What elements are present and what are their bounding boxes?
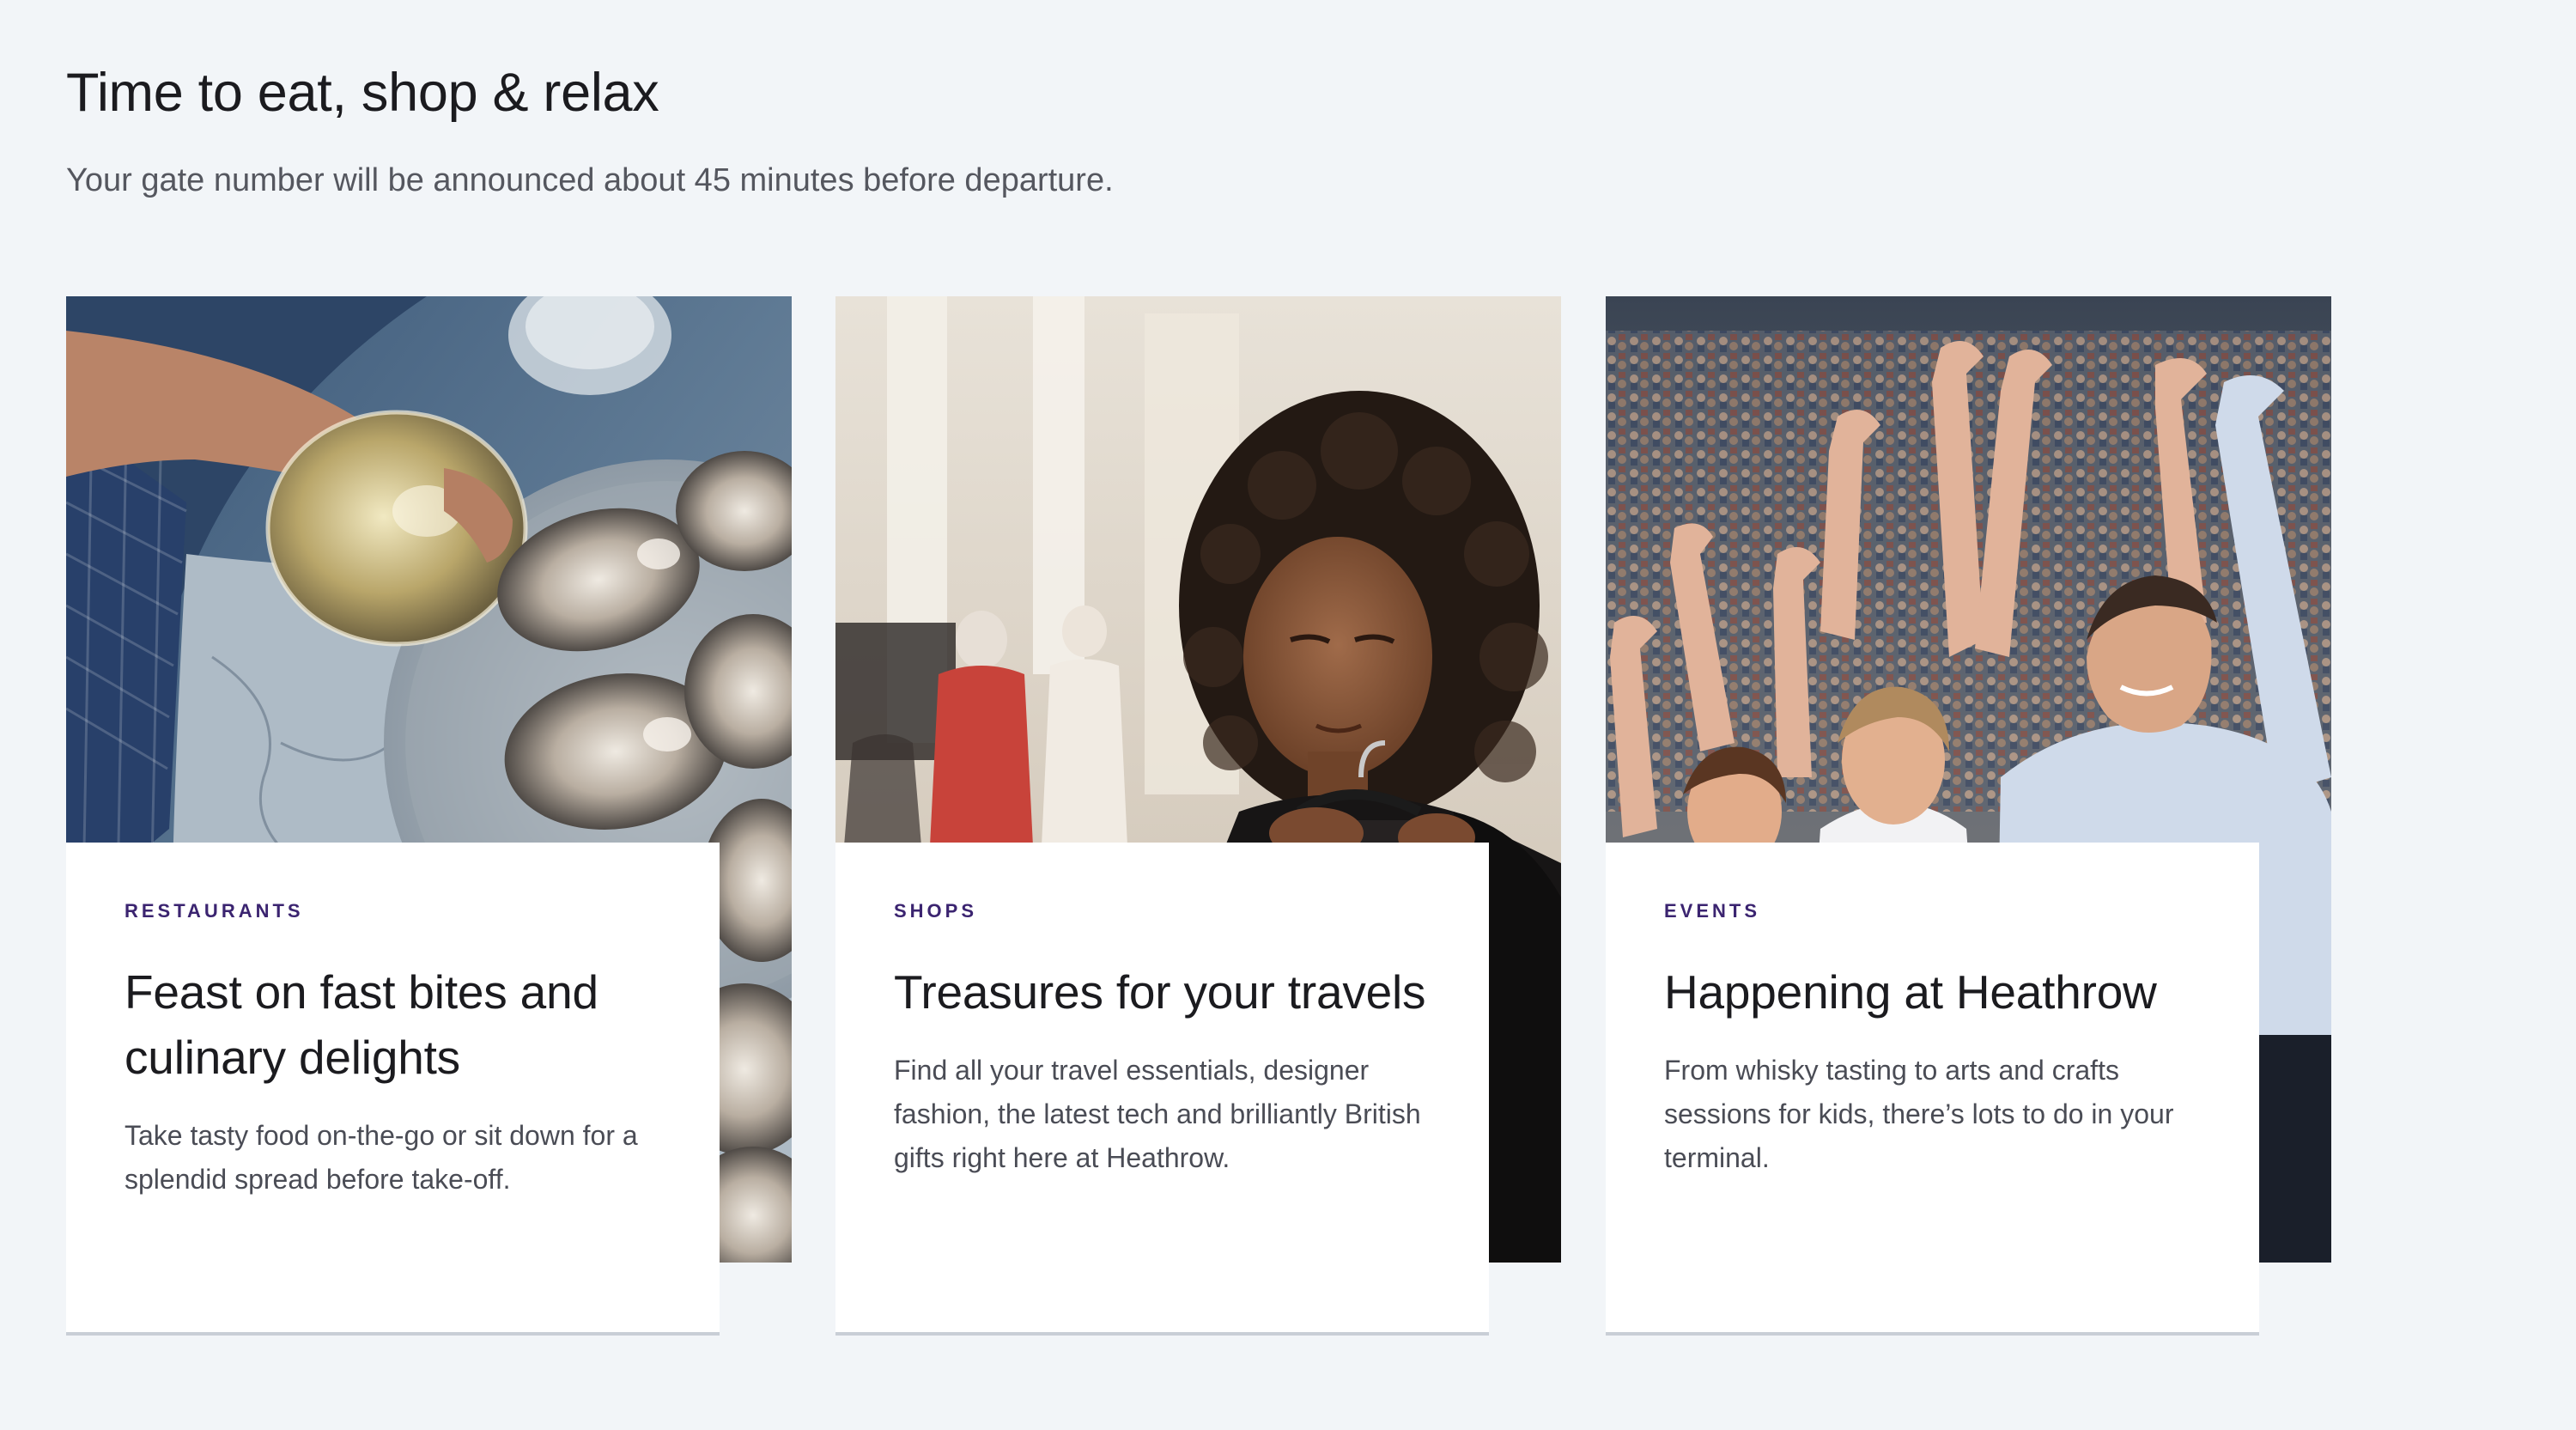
card-heading[interactable]: Happening at Heathrow	[1664, 959, 2201, 1025]
card-description: Find all your travel essentials, designe…	[894, 1055, 1421, 1173]
card-category-tag: EVENTS	[1664, 900, 1761, 922]
card-category-tag: RESTAURANTS	[125, 900, 304, 922]
shops-card-panel[interactable]: SHOPS Treasures for your travels Find al…	[835, 843, 1489, 1336]
card-description: From whisky tasting to arts and crafts s…	[1664, 1055, 2174, 1173]
restaurants-card[interactable]: RESTAURANTS Feast on fast bites and culi…	[66, 296, 792, 1336]
card-heading[interactable]: Feast on fast bites and culinary delight…	[125, 959, 661, 1090]
restaurants-card-panel[interactable]: RESTAURANTS Feast on fast bites and culi…	[66, 843, 720, 1336]
section-subtitle: Your gate number will be announced about…	[66, 162, 1114, 198]
card-description: Take tasty food on-the-go or sit down fo…	[125, 1120, 638, 1195]
events-card[interactable]: EVENTS Happening at Heathrow From whisky…	[1606, 296, 2331, 1336]
events-card-panel[interactable]: EVENTS Happening at Heathrow From whisky…	[1606, 843, 2259, 1336]
section-title: Time to eat, shop & relax	[66, 63, 659, 123]
card-heading[interactable]: Treasures for your travels	[894, 959, 1431, 1025]
shops-card[interactable]: SHOPS Treasures for your travels Find al…	[835, 296, 1561, 1336]
card-category-tag: SHOPS	[894, 900, 978, 922]
